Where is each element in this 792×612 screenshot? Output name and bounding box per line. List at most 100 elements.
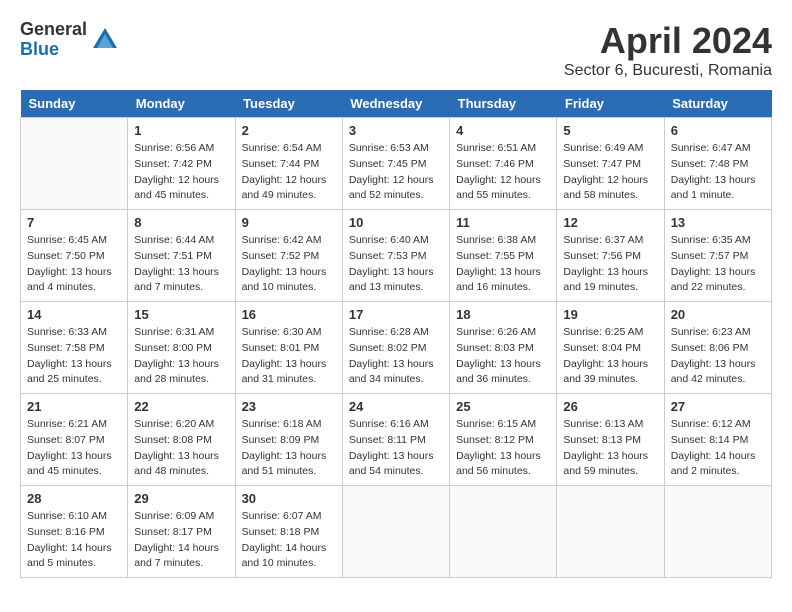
day-number: 1 — [134, 123, 228, 138]
day-number: 24 — [349, 399, 443, 414]
subtitle: Sector 6, Bucuresti, Romania — [564, 62, 772, 80]
day-info: Sunrise: 6:51 AM Sunset: 7:46 PM Dayligh… — [456, 141, 550, 204]
empty-cell — [342, 486, 449, 578]
day-cell: 16Sunrise: 6:30 AM Sunset: 8:01 PM Dayli… — [235, 302, 342, 394]
day-info: Sunrise: 6:47 AM Sunset: 7:48 PM Dayligh… — [671, 141, 765, 204]
empty-cell — [21, 118, 128, 210]
day-cell: 17Sunrise: 6:28 AM Sunset: 8:02 PM Dayli… — [342, 302, 449, 394]
header-saturday: Saturday — [664, 90, 771, 118]
day-number: 11 — [456, 215, 550, 230]
day-info: Sunrise: 6:35 AM Sunset: 7:57 PM Dayligh… — [671, 233, 765, 296]
day-cell: 24 Sunrise: 6:16 AM Sunset: 8:11 PM Dayli… — [342, 394, 449, 486]
calendar: SundayMondayTuesdayWednesdayThursdayFrid… — [20, 90, 772, 578]
day-info: Sunrise: 6:15 AM Sunset: 8:12 PM Dayligh… — [456, 417, 550, 480]
day-cell: 4Sunrise: 6:51 AM Sunset: 7:46 PM Daylig… — [450, 118, 557, 210]
page-header: General Blue April 2024 Sector 6, Bucure… — [20, 20, 772, 80]
day-info: Sunrise: 6:13 AM Sunset: 8:13 PM Dayligh… — [563, 417, 657, 480]
day-number: 21 — [27, 399, 121, 414]
day-cell: 6 Sunrise: 6:47 AM Sunset: 7:48 PM Daylig… — [664, 118, 771, 210]
logo: General Blue — [20, 20, 119, 60]
day-cell: 21Sunrise: 6:21 AM Sunset: 8:07 PM Dayli… — [21, 394, 128, 486]
day-number: 29 — [134, 491, 228, 506]
day-info: Sunrise: 6:07 AM Sunset: 8:18 PM Dayligh… — [242, 509, 336, 572]
day-cell: 27 Sunrise: 6:12 AM Sunset: 8:14 PM Dayli… — [664, 394, 771, 486]
day-number: 13 — [671, 215, 765, 230]
day-info: Sunrise: 6:30 AM Sunset: 8:01 PM Dayligh… — [242, 325, 336, 388]
day-number: 5 — [563, 123, 657, 138]
day-cell: 14 Sunrise: 6:33 AM Sunset: 7:58 PM Dayli… — [21, 302, 128, 394]
day-info: Sunrise: 6:16 AM Sunset: 8:11 PM Dayligh… — [349, 417, 443, 480]
calendar-header-row: SundayMondayTuesdayWednesdayThursdayFrid… — [21, 90, 772, 118]
day-cell: 2 Sunrise: 6:54 AM Sunset: 7:44 PM Daylig… — [235, 118, 342, 210]
day-cell: 18 Sunrise: 6:26 AM Sunset: 8:03 PM Dayli… — [450, 302, 557, 394]
day-cell: 19Sunrise: 6:25 AM Sunset: 8:04 PM Dayli… — [557, 302, 664, 394]
main-title: April 2024 — [564, 20, 772, 62]
day-info: Sunrise: 6:49 AM Sunset: 7:47 PM Dayligh… — [563, 141, 657, 204]
empty-cell — [450, 486, 557, 578]
day-number: 22 — [134, 399, 228, 414]
day-info: Sunrise: 6:25 AM Sunset: 8:04 PM Dayligh… — [563, 325, 657, 388]
logo-icon — [91, 26, 119, 54]
day-cell: 8 Sunrise: 6:44 AM Sunset: 7:51 PM Daylig… — [128, 210, 235, 302]
logo-blue: Blue — [20, 40, 87, 60]
header-wednesday: Wednesday — [342, 90, 449, 118]
day-cell: 7 Sunrise: 6:45 AM Sunset: 7:50 PM Daylig… — [21, 210, 128, 302]
day-cell: 5 Sunrise: 6:49 AM Sunset: 7:47 PM Daylig… — [557, 118, 664, 210]
day-info: Sunrise: 6:20 AM Sunset: 8:08 PM Dayligh… — [134, 417, 228, 480]
title-block: April 2024 Sector 6, Bucuresti, Romania — [564, 20, 772, 80]
calendar-week-2: 7 Sunrise: 6:45 AM Sunset: 7:50 PM Daylig… — [21, 210, 772, 302]
day-number: 8 — [134, 215, 228, 230]
day-cell: 25 Sunrise: 6:15 AM Sunset: 8:12 PM Dayli… — [450, 394, 557, 486]
day-info: Sunrise: 6:44 AM Sunset: 7:51 PM Dayligh… — [134, 233, 228, 296]
day-cell: 28Sunrise: 6:10 AM Sunset: 8:16 PM Dayli… — [21, 486, 128, 578]
day-info: Sunrise: 6:40 AM Sunset: 7:53 PM Dayligh… — [349, 233, 443, 296]
day-info: Sunrise: 6:38 AM Sunset: 7:55 PM Dayligh… — [456, 233, 550, 296]
day-info: Sunrise: 6:42 AM Sunset: 7:52 PM Dayligh… — [242, 233, 336, 296]
day-number: 7 — [27, 215, 121, 230]
day-info: Sunrise: 6:26 AM Sunset: 8:03 PM Dayligh… — [456, 325, 550, 388]
day-number: 18 — [456, 307, 550, 322]
day-info: Sunrise: 6:23 AM Sunset: 8:06 PM Dayligh… — [671, 325, 765, 388]
day-number: 14 — [27, 307, 121, 322]
empty-cell — [664, 486, 771, 578]
day-number: 30 — [242, 491, 336, 506]
day-number: 20 — [671, 307, 765, 322]
calendar-week-5: 28Sunrise: 6:10 AM Sunset: 8:16 PM Dayli… — [21, 486, 772, 578]
day-info: Sunrise: 6:45 AM Sunset: 7:50 PM Dayligh… — [27, 233, 121, 296]
day-info: Sunrise: 6:53 AM Sunset: 7:45 PM Dayligh… — [349, 141, 443, 204]
day-cell: 10Sunrise: 6:40 AM Sunset: 7:53 PM Dayli… — [342, 210, 449, 302]
header-tuesday: Tuesday — [235, 90, 342, 118]
day-info: Sunrise: 6:33 AM Sunset: 7:58 PM Dayligh… — [27, 325, 121, 388]
day-info: Sunrise: 6:09 AM Sunset: 8:17 PM Dayligh… — [134, 509, 228, 572]
header-thursday: Thursday — [450, 90, 557, 118]
day-info: Sunrise: 6:31 AM Sunset: 8:00 PM Dayligh… — [134, 325, 228, 388]
day-number: 3 — [349, 123, 443, 138]
day-info: Sunrise: 6:56 AM Sunset: 7:42 PM Dayligh… — [134, 141, 228, 204]
day-number: 17 — [349, 307, 443, 322]
day-cell: 9 Sunrise: 6:42 AM Sunset: 7:52 PM Daylig… — [235, 210, 342, 302]
day-number: 28 — [27, 491, 121, 506]
logo-general: General — [20, 20, 87, 40]
day-info: Sunrise: 6:37 AM Sunset: 7:56 PM Dayligh… — [563, 233, 657, 296]
calendar-week-3: 14 Sunrise: 6:33 AM Sunset: 7:58 PM Dayli… — [21, 302, 772, 394]
day-cell: 29 Sunrise: 6:09 AM Sunset: 8:17 PM Dayli… — [128, 486, 235, 578]
day-cell: 11 Sunrise: 6:38 AM Sunset: 7:55 PM Dayli… — [450, 210, 557, 302]
day-number: 9 — [242, 215, 336, 230]
day-info: Sunrise: 6:12 AM Sunset: 8:14 PM Dayligh… — [671, 417, 765, 480]
day-number: 25 — [456, 399, 550, 414]
day-info: Sunrise: 6:54 AM Sunset: 7:44 PM Dayligh… — [242, 141, 336, 204]
day-cell: 15 Sunrise: 6:31 AM Sunset: 8:00 PM Dayli… — [128, 302, 235, 394]
calendar-week-4: 21Sunrise: 6:21 AM Sunset: 8:07 PM Dayli… — [21, 394, 772, 486]
day-cell: 23Sunrise: 6:18 AM Sunset: 8:09 PM Dayli… — [235, 394, 342, 486]
calendar-week-1: 1 Sunrise: 6:56 AM Sunset: 7:42 PM Daylig… — [21, 118, 772, 210]
day-number: 2 — [242, 123, 336, 138]
day-number: 27 — [671, 399, 765, 414]
day-cell: 12Sunrise: 6:37 AM Sunset: 7:56 PM Dayli… — [557, 210, 664, 302]
header-friday: Friday — [557, 90, 664, 118]
day-cell: 26Sunrise: 6:13 AM Sunset: 8:13 PM Dayli… — [557, 394, 664, 486]
header-monday: Monday — [128, 90, 235, 118]
header-sunday: Sunday — [21, 90, 128, 118]
day-number: 6 — [671, 123, 765, 138]
day-cell: 30 Sunrise: 6:07 AM Sunset: 8:18 PM Dayli… — [235, 486, 342, 578]
day-number: 15 — [134, 307, 228, 322]
